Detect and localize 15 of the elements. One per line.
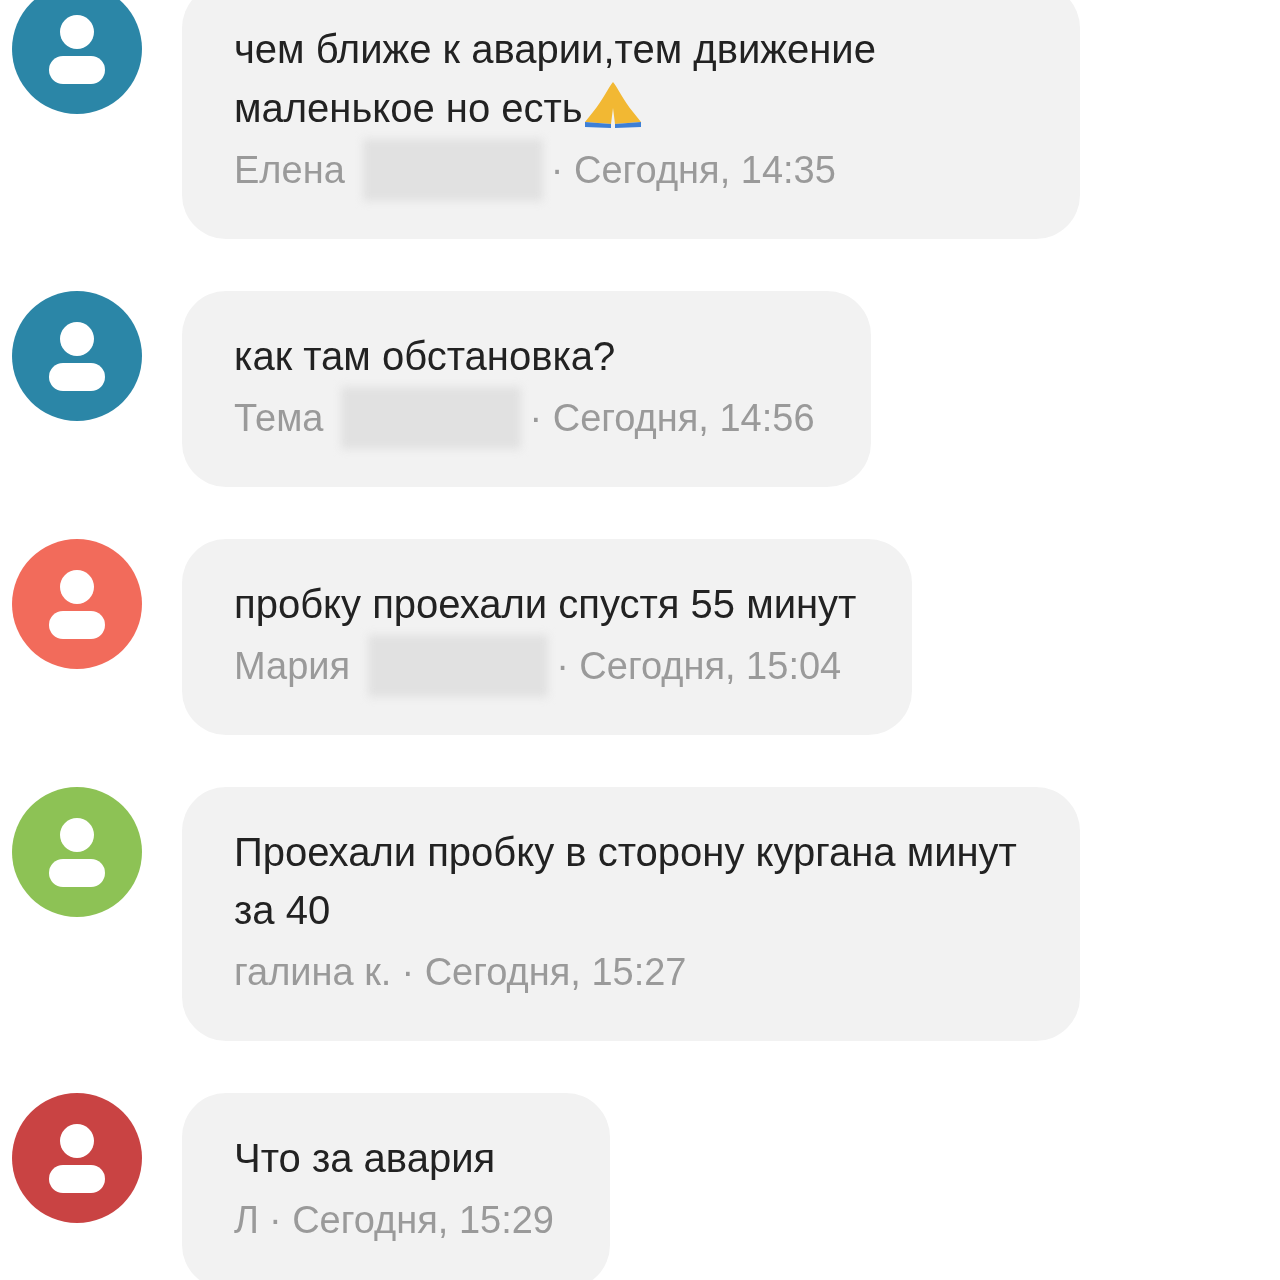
message-text: как там обстановка? xyxy=(234,333,616,380)
message-text: Проехали пробку в сторону кургана минут за 40 xyxy=(234,829,1018,934)
author-name: Тема xyxy=(234,396,324,441)
author-name: Л xyxy=(234,1198,259,1243)
message-time: · Сегодня, 15:29 xyxy=(268,1198,554,1243)
message-text: Что за авария xyxy=(234,1135,496,1182)
message-text: пробку проехали спустя 55 минут xyxy=(234,581,857,628)
message-time: · Сегодня, 14:35 xyxy=(550,148,836,193)
message-time: · Сегодня, 14:56 xyxy=(529,396,815,441)
message-time: · Сегодня, 15:04 xyxy=(556,644,842,689)
author-name: галина к. xyxy=(234,950,392,995)
author-name: Мария xyxy=(234,644,351,689)
author-name: Елена xyxy=(234,148,345,193)
message-text: чем ближе к аварии,тем движение маленькое но есть xyxy=(234,26,877,132)
message-time: · Сегодня, 15:27 xyxy=(401,950,687,995)
